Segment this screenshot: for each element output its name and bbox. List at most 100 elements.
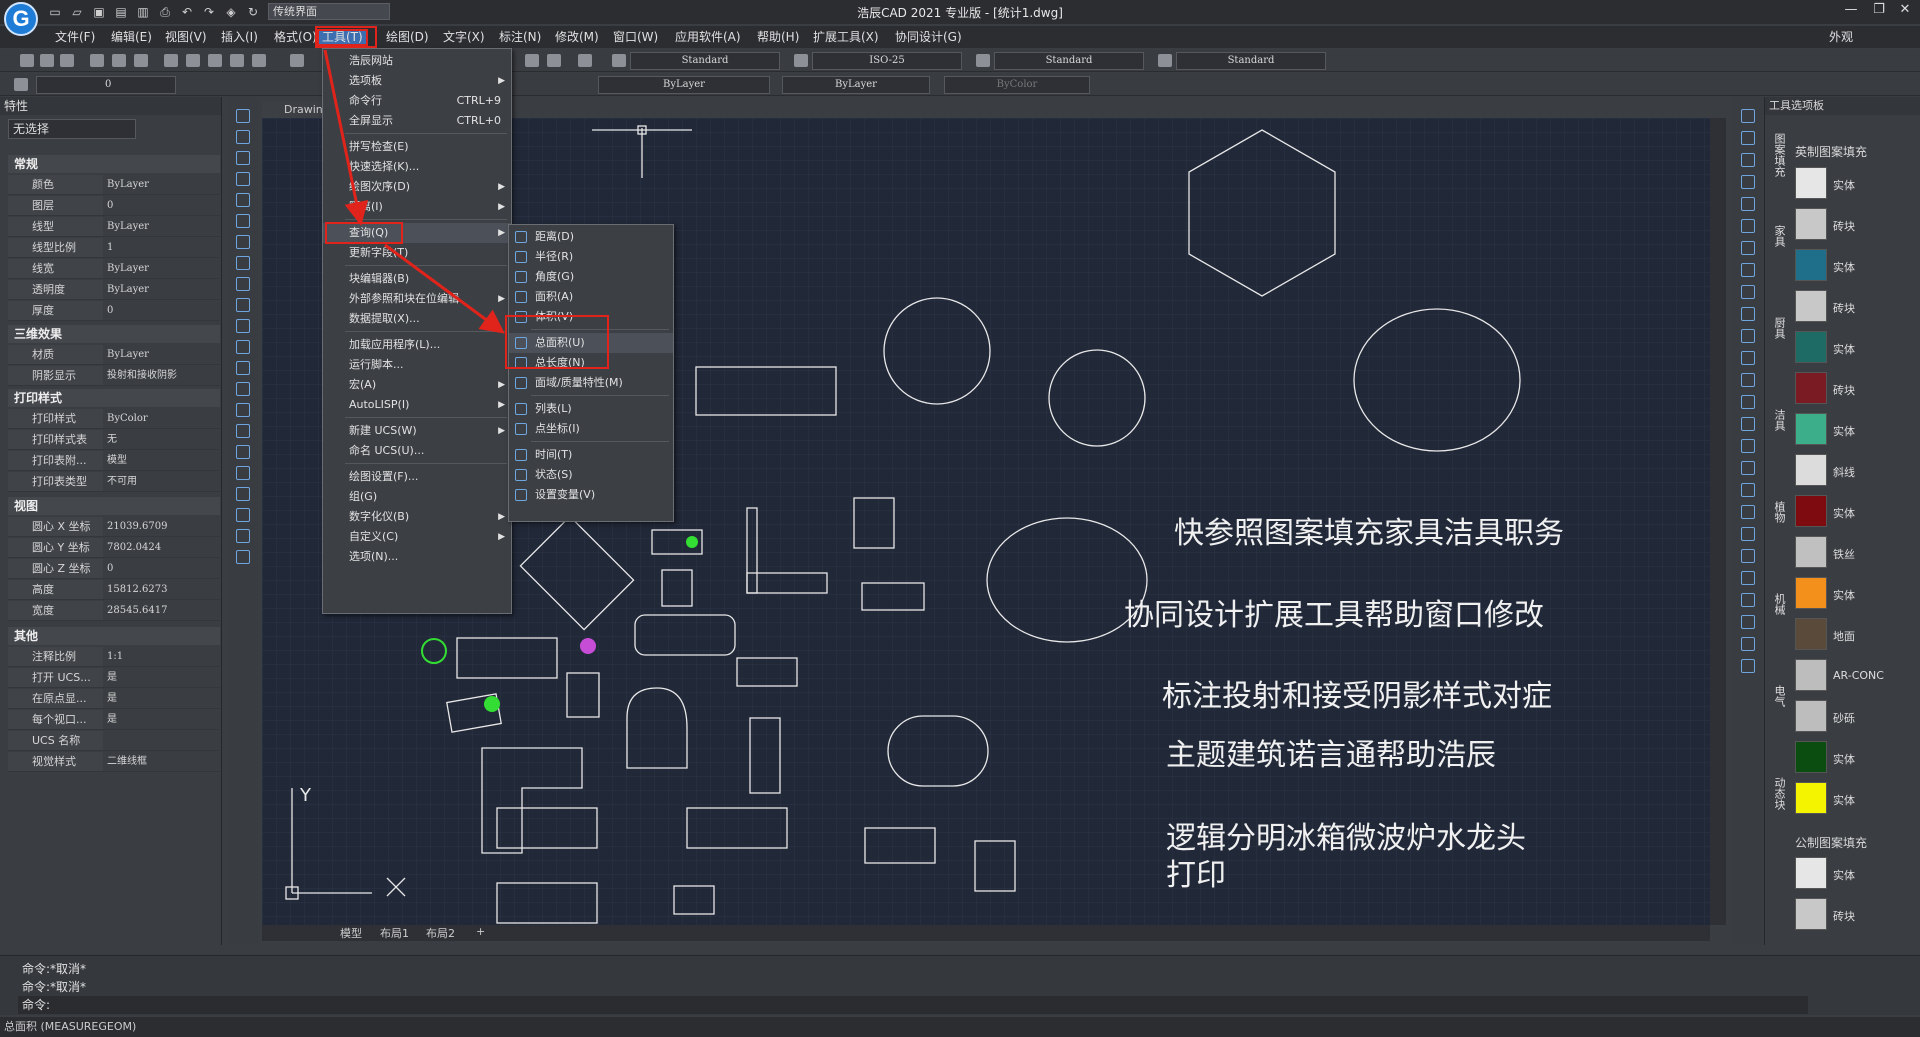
hatch-swatch[interactable] [1795,618,1827,650]
prop-value[interactable] [103,731,220,750]
prop-row-view[interactable]: 圆心 Z 坐标 0 [8,559,220,579]
vertical-scrollbar[interactable] [1710,118,1726,925]
undo-icon[interactable]: ↶ [179,5,195,19]
prop-row-general[interactable]: 图层 0 [8,196,220,216]
menu-view[interactable]: 视图(V) [162,29,210,46]
modify-tool-icon[interactable] [1741,175,1755,189]
modify-tool-icon[interactable] [1741,637,1755,651]
dim-style-select[interactable]: ISO-25 [812,52,962,70]
linetype-select[interactable]: ByLayer [598,76,770,94]
hatch-swatch[interactable] [1795,700,1827,732]
hatch-swatch[interactable] [1795,782,1827,814]
tools-menu-item[interactable]: 加载应用程序(L)... [323,335,511,355]
draw-tool-icon[interactable] [236,277,250,291]
draw-tool-icon[interactable] [236,508,250,522]
help-icon[interactable] [578,54,592,67]
prop-row-general[interactable]: 线型比例 1 [8,238,220,258]
modify-tool-icon[interactable] [1741,527,1755,541]
tools-menu-item[interactable]: 命名 UCS(U)... [323,441,511,461]
modify-tool-icon[interactable] [1741,615,1755,629]
paste-icon[interactable] [208,54,222,67]
tools-menu-item[interactable]: 自定义(C) ▶ [323,527,511,547]
query-menu-item[interactable]: 设置变量(V) [509,485,673,505]
query-menu-item[interactable]: 半径(R) [509,247,673,267]
menu-collab[interactable]: 协同设计(G) [892,29,965,46]
draw-tool-icon[interactable] [236,445,250,459]
prop-row-misc[interactable]: 视觉样式 二维线框 [8,752,220,772]
hatch-swatch[interactable] [1795,454,1827,486]
modify-tool-icon[interactable] [1741,241,1755,255]
hatch-swatch[interactable] [1795,495,1827,527]
plot-icon[interactable] [90,54,104,67]
prop-row-misc[interactable]: 在原点显... 是 [8,689,220,709]
prop-row-misc[interactable]: 每个视口... 是 [8,710,220,730]
canvas-text-3[interactable]: 标注投射和接受阴影样式对症 [1162,671,1552,715]
new-icon[interactable] [20,54,34,67]
draw-tool-icon[interactable] [236,529,250,543]
tools-menu-item[interactable]: 更新字段(T) [323,243,511,263]
menu-window[interactable]: 窗口(W) [610,29,661,46]
modify-tool-icon[interactable] [1741,439,1755,453]
prop-row-print[interactable]: 打印样式 ByColor [8,409,220,429]
canvas-text-2[interactable]: 协同设计扩展工具帮助窗口修改 [1124,590,1544,634]
menu-dimension[interactable]: 标注(N) [496,29,544,46]
tools-menu-item[interactable]: 快速选择(K)... [323,157,511,177]
modify-tool-icon[interactable] [1741,131,1755,145]
close-icon[interactable]: ✕ [1894,2,1916,20]
prop-value[interactable]: 是 [103,668,220,687]
canvas-text-6[interactable]: 打印 [1166,850,1226,894]
save-icon[interactable]: ▣ [91,5,107,19]
tools-menu-item[interactable]: 拼写检查(E) [323,137,511,157]
prop-row-view[interactable]: 高度 15812.6273 [8,580,220,600]
draw-tool-icon[interactable] [236,487,250,501]
tools-menu-item[interactable]: 绘图设置(F)... [323,467,511,487]
refresh-icon[interactable]: ↻ [245,5,261,19]
prop-row-print[interactable]: 打印表类型 不可用 [8,472,220,492]
publish-icon[interactable]: ▥ [135,5,151,19]
modify-tool-icon[interactable] [1741,351,1755,365]
query-menu-item[interactable]: 角度(G) [509,267,673,287]
palette-tab[interactable]: 机械 [1769,593,1787,615]
table-style-icon[interactable] [976,54,990,67]
prop-value[interactable]: ByLayer [103,259,220,278]
draw-tool-icon[interactable] [236,151,250,165]
draw-tool-icon[interactable] [236,193,250,207]
canvas-text-4[interactable]: 主题建筑诺言通帮助浩辰 [1166,730,1496,774]
tools-menu-item[interactable]: 选项(N)... [323,547,511,567]
prop-value[interactable]: 二维线框 [103,752,220,771]
minimize-icon[interactable]: — [1840,2,1862,20]
tools-menu-item[interactable]: 选项板 ▶ [323,71,511,91]
draw-tool-icon[interactable] [236,256,250,270]
modify-tool-icon[interactable] [1741,197,1755,211]
appearance-menu[interactable]: 外观 [1826,29,1856,46]
redo-icon[interactable]: ↷ [201,5,217,19]
prop-value[interactable]: ByLayer [103,280,220,299]
hatch-swatch[interactable] [1795,898,1827,930]
hatch-swatch[interactable] [1795,659,1827,691]
query-menu-item[interactable]: 列表(L) [509,399,673,419]
query-menu-item[interactable]: 时间(T) [509,445,673,465]
query-menu-item[interactable]: 面域/质量特性(M) [509,373,673,393]
tools-menu-item[interactable]: 新建 UCS(W) ▶ [323,421,511,441]
prop-value[interactable]: 是 [103,689,220,708]
3d-icon[interactable]: ◈ [223,5,239,19]
palette-tab[interactable]: 厨具 [1769,317,1787,339]
prop-value[interactable]: 0 [103,196,220,215]
modify-tool-icon[interactable] [1741,329,1755,343]
draw-tool-icon[interactable] [236,466,250,480]
prop-value[interactable]: 是 [103,710,220,729]
hatch-swatch[interactable] [1795,208,1827,240]
query-menu-item[interactable]: 总面积(U) [509,333,673,353]
prop-row-view[interactable]: 圆心 Y 坐标 7802.0424 [8,538,220,558]
tools-menu-item[interactable]: 块编辑器(B) [323,269,511,289]
tab-add[interactable]: + [476,925,485,938]
draw-tool-icon[interactable] [236,109,250,123]
mleader-style-icon[interactable] [1158,54,1172,67]
modify-tool-icon[interactable] [1741,263,1755,277]
prop-row-view[interactable]: 圆心 X 坐标 21039.6709 [8,517,220,537]
tools-menu-item[interactable]: 绘图次序(D) ▶ [323,177,511,197]
modify-tool-icon[interactable] [1741,307,1755,321]
query-menu-item[interactable]: 体积(V) [509,307,673,327]
draw-tool-icon[interactable] [236,361,250,375]
tools-menu-item[interactable]: 运行脚本... [323,355,511,375]
